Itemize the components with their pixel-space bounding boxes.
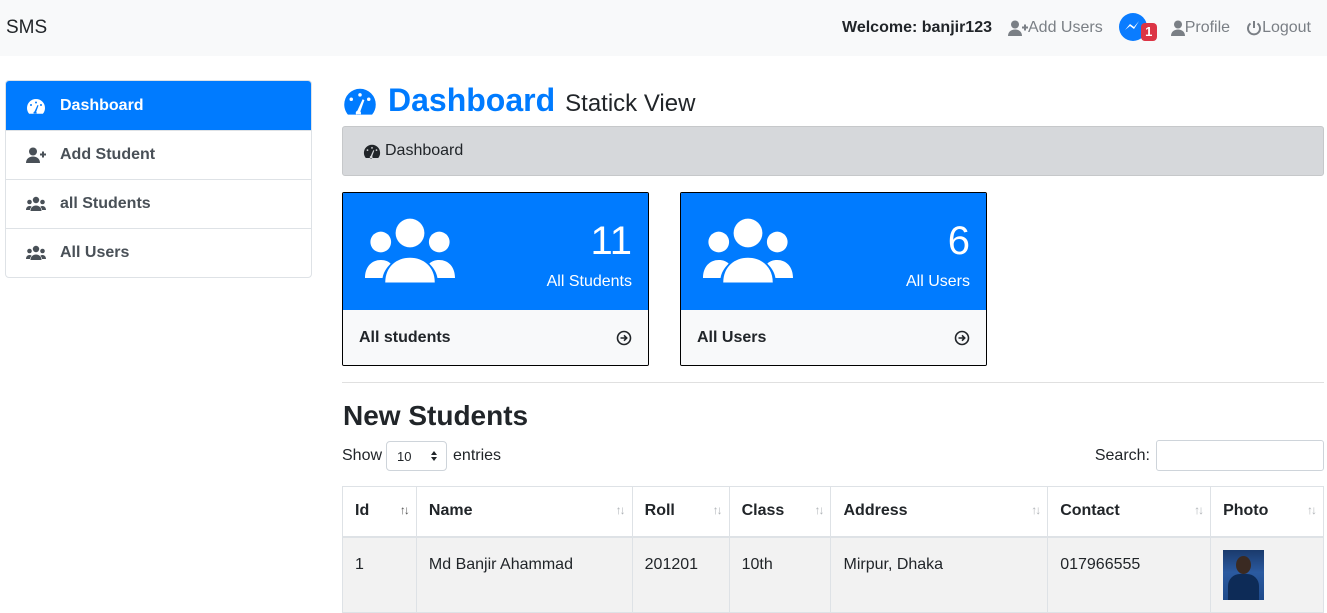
section-divider [342, 382, 1324, 383]
entries-select[interactable]: 10 [386, 441, 448, 471]
table-row: 1 Md Banjir Ahammad 201201 10th Mirpur, … [342, 536, 1324, 613]
welcome-text: Welcome: banjir123 [842, 19, 992, 36]
cell-address: Mirpur, Dhaka [830, 536, 1049, 613]
messenger-button[interactable]: 1 [1118, 13, 1157, 43]
sidebar: Dashboard Add Student all Students All U… [5, 80, 312, 278]
stat-caption: All Students [546, 273, 632, 290]
sort-icon: ↑↓ [615, 503, 626, 517]
stat-card-students: 11 All Students All students [342, 192, 649, 366]
stat-footer-label: All students [359, 329, 451, 346]
arrow-circle-right-icon [954, 330, 970, 346]
column-header-roll[interactable]: Roll ↑↓ [631, 486, 730, 538]
student-photo[interactable] [1223, 549, 1265, 600]
cell-photo [1210, 536, 1324, 613]
profile-label: Profile [1184, 19, 1231, 36]
tachometer-icon [27, 98, 46, 114]
stat-count: 11 [590, 219, 632, 263]
profile-link[interactable]: Profile [1170, 19, 1231, 37]
stat-card-users: 6 All Users All Users [680, 192, 987, 366]
add-users-link[interactable]: Add Users [1008, 19, 1103, 37]
sidebar-item-label: Dashboard [60, 96, 144, 114]
stat-card-header: 11 All Students [343, 193, 648, 310]
users-icon [26, 196, 46, 211]
table-header-row: Id ↑↓ Name ↑↓ Roll ↑↓ Class ↑↓ Address ↑↓ Con… [342, 486, 1324, 538]
show-label: Show [342, 447, 383, 464]
power-icon [1247, 21, 1262, 36]
brand-logo[interactable]: SMS [6, 17, 47, 39]
sort-icon: ↑↓ [814, 503, 824, 517]
students-table: Id ↑↓ Name ↑↓ Roll ↑↓ Class ↑↓ Address ↑↓ Con… [342, 486, 1324, 613]
stat-card-footer-link[interactable]: All Users [681, 310, 986, 365]
column-header-address[interactable]: Address ↑↓ [830, 486, 1049, 538]
sidebar-item-dashboard[interactable]: Dashboard [6, 81, 311, 130]
stat-footer-label: All Users [697, 329, 767, 346]
sidebar-item-add-student[interactable]: Add Student [6, 130, 311, 179]
cell-id: 1 [342, 536, 417, 613]
users-icon [703, 218, 793, 283]
sidebar-item-all-users[interactable]: All Users [6, 228, 311, 277]
users-icon [26, 245, 46, 260]
sort-asc-icon: ↑↓ [399, 503, 410, 517]
navbar-right: Welcome: banjir123 Add Users 1 Profile L… [842, 0, 1327, 56]
entries-value: 10 [397, 448, 412, 464]
cell-name: Md Banjir Ahammad [415, 536, 633, 613]
sidebar-item-label: Add Student [60, 146, 156, 163]
cell-contact: 017966555 [1047, 536, 1212, 613]
sidebar-item-all-students[interactable]: all Students [6, 179, 311, 228]
page-title: Dashboard [388, 82, 556, 118]
cell-class: 10th [728, 536, 832, 613]
search-label: Search: [1094, 446, 1150, 464]
column-header-class[interactable]: Class ↑↓ [728, 486, 832, 538]
column-header-name[interactable]: Name ↑↓ [415, 486, 633, 538]
tachometer-icon [344, 88, 376, 115]
breadcrumb: Dashboard [342, 126, 1324, 176]
column-header-id[interactable]: Id ↑↓ [342, 486, 417, 538]
entries-control: Show 10 entries [342, 441, 501, 471]
notification-badge: 1 [1140, 23, 1157, 41]
column-header-contact[interactable]: Contact ↑↓ [1047, 486, 1212, 538]
arrow-circle-right-icon [616, 330, 632, 346]
column-header-photo[interactable]: Photo ↑↓ [1210, 486, 1324, 538]
page-header: Dashboard Statick View [342, 82, 695, 119]
section-title: New Students [343, 400, 529, 431]
sidebar-item-label: all Students [60, 195, 151, 212]
logout-label: Logout [1262, 19, 1311, 36]
sort-icon: ↑↓ [1031, 503, 1041, 517]
sort-icon: ↑↓ [1307, 503, 1317, 517]
tachometer-icon [363, 144, 381, 159]
entries-label: entries [453, 447, 502, 464]
cell-roll: 201201 [631, 536, 730, 613]
user-plus-icon [26, 147, 46, 163]
page-subtitle: Statick View [565, 89, 696, 117]
stat-card-footer-link[interactable]: All students [343, 310, 648, 365]
stat-caption: All Users [905, 273, 970, 290]
add-users-label: Add Users [1028, 19, 1103, 36]
top-navbar: SMS Welcome: banjir123 Add Users 1 Profi… [0, 0, 1327, 56]
stat-count: 6 [947, 219, 970, 263]
sort-icon: ↑↓ [712, 503, 723, 517]
sidebar-item-label: All Users [60, 244, 130, 261]
sort-caret-icon [431, 451, 438, 461]
users-icon [365, 218, 455, 283]
table-search: Search: [1095, 440, 1324, 471]
user-icon [1170, 20, 1185, 36]
search-input[interactable] [1156, 440, 1324, 471]
sort-icon: ↑↓ [1194, 503, 1204, 517]
breadcrumb-item[interactable]: Dashboard [385, 142, 463, 160]
logout-link[interactable]: Logout [1246, 19, 1311, 37]
stat-card-header: 6 All Users [681, 193, 986, 310]
user-plus-icon [1008, 20, 1028, 36]
